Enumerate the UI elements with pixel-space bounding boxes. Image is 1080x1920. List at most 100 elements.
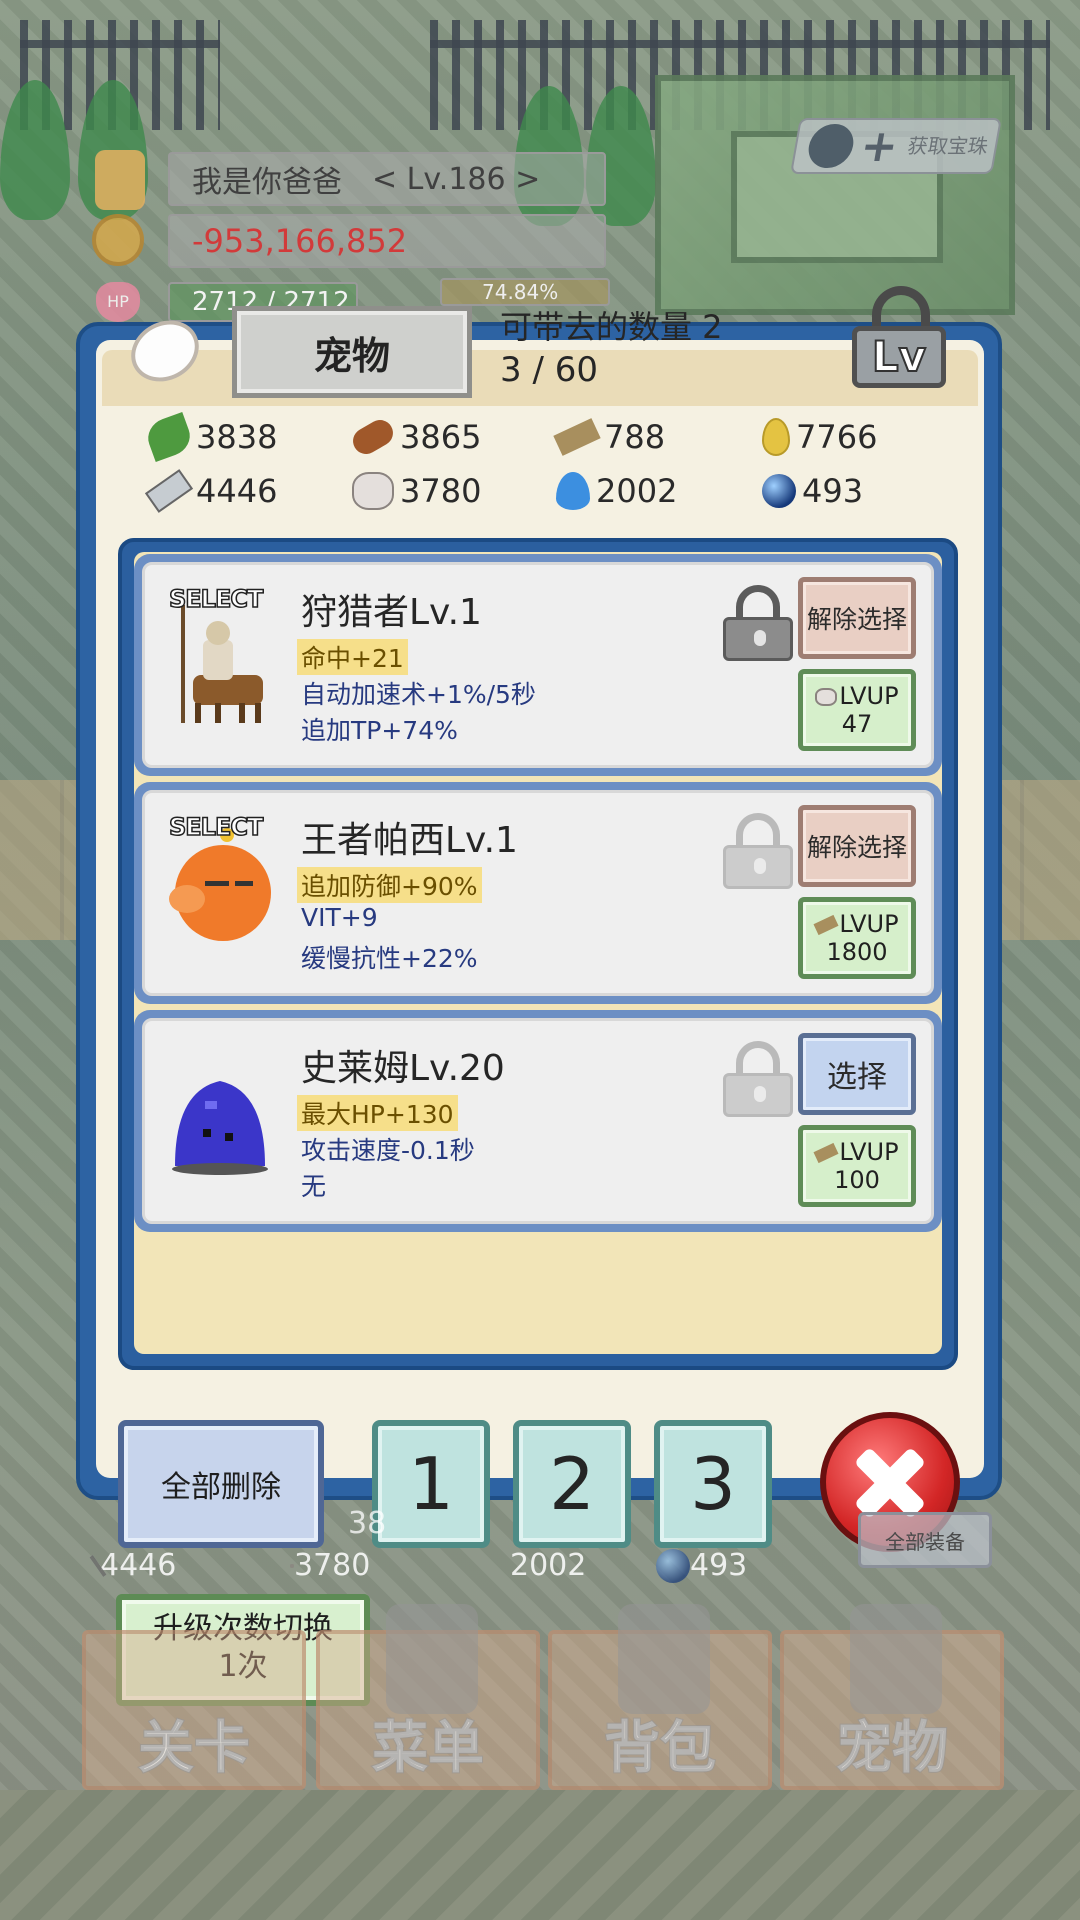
stone-icon (815, 688, 838, 706)
coin-icon (92, 214, 144, 266)
nav-tab-stage[interactable]: 关卡 (82, 1630, 306, 1790)
pet-main-stat: 命中+21 (297, 639, 408, 675)
resource-value: 493 (802, 472, 864, 510)
lvup-button[interactable]: LVUP 47 (798, 669, 916, 751)
pet-main-stat: 追加防御+90% (297, 867, 482, 903)
pet-stat: 无 (301, 1172, 327, 1201)
pet-card-hunter: SELECT 狩猎者Lv.1 命中+21 自动加速术+1%/5秒 追加TP+74… (134, 554, 942, 776)
exp-value: 74.84% (482, 280, 559, 304)
stone-structure (655, 75, 1015, 315)
resource-leaf: 3838 (142, 411, 278, 463)
resource-orb: 493 (762, 472, 863, 510)
pet-name: 史莱姆Lv.20 (301, 1048, 505, 1089)
resource-log: 3865 (348, 415, 482, 459)
underlay-orb: 493 (656, 1548, 747, 1583)
preset-slot-2-button[interactable]: 2 (513, 1420, 631, 1548)
book-icon (386, 1604, 478, 1714)
pet-stat: 追加TP+74% (301, 716, 458, 745)
lock-toggle[interactable] (723, 813, 793, 889)
pet-card-body: SELECT 狩猎者Lv.1 命中+21 自动加速术+1%/5秒 追加TP+74… (142, 562, 934, 768)
lvup-label: LVUP (839, 910, 899, 938)
lvup-cost: 1800 (826, 938, 888, 966)
ingot-icon (144, 469, 194, 513)
deselect-button[interactable]: 解除选择 (798, 805, 916, 887)
player-avatar (95, 150, 145, 210)
lock-toggle[interactable] (723, 585, 793, 661)
deselect-button[interactable]: 解除选择 (798, 577, 916, 659)
slime-pet-icon (172, 1081, 268, 1175)
player-name-bar: 我是你爸爸 < Lv.186 > (168, 152, 606, 206)
gold-bar: -953,166,852 (168, 214, 606, 268)
preset-slot-1-button[interactable]: 1 (372, 1420, 490, 1548)
get-gem-button[interactable]: + 获取宝珠 (790, 118, 1002, 174)
orb-icon (762, 474, 796, 508)
nav-tab-pet[interactable]: 宠物 (780, 1604, 1004, 1790)
orb-icon (656, 1548, 690, 1583)
resource-flame: 2002 (556, 472, 677, 510)
pet-stat: VIT+9 (301, 903, 378, 932)
pet-card-body: SELECT 王者帕西Lv.1 追加防御+90% VIT+9 缓慢抗性+22% … (142, 790, 934, 996)
selected-tag: SELECT (168, 812, 264, 842)
level-lock-button[interactable]: Lv (852, 286, 950, 390)
plus-icon: + (856, 120, 903, 172)
lvup-button[interactable]: LVUP 100 (798, 1125, 916, 1207)
pet-stat: 自动加速术+1%/5秒 (301, 680, 536, 709)
underlay-partial-value: 38 (348, 1506, 387, 1541)
resource-value: 3780 (294, 1548, 371, 1583)
pet-stat: 攻击速度-0.1秒 (301, 1136, 475, 1165)
resource-drop: 7766 (762, 418, 877, 456)
pet-stat: 缓慢抗性+22% (301, 944, 478, 973)
nav-tab-menu[interactable]: 菜单 (316, 1604, 540, 1790)
underlay-stone: 3780 (290, 1548, 370, 1583)
ground (0, 1790, 1080, 1920)
backpack-icon (618, 1604, 710, 1714)
underlay-flame: 2002 (476, 1548, 586, 1583)
lvup-cost: 100 (834, 1166, 880, 1194)
resource-value: 493 (690, 1548, 748, 1583)
resource-ingot: 4446 (144, 469, 277, 513)
nav-label: 宠物 (835, 1715, 949, 1782)
nav-label: 背包 (603, 1715, 717, 1782)
flame-icon (556, 472, 590, 510)
drop-icon (762, 418, 790, 456)
hp-heart-icon: HP (96, 282, 140, 322)
resource-plank: 788 (553, 418, 665, 456)
get-gem-label: 获取宝珠 (905, 134, 990, 158)
select-button[interactable]: 选择 (798, 1033, 916, 1115)
lvup-button[interactable]: LVUP 1800 (798, 897, 916, 979)
pet-card-king-paxi: SELECT 王者帕西Lv.1 追加防御+90% VIT+9 缓慢抗性+22% … (134, 782, 942, 1004)
gold-value: -953,166,852 (192, 222, 408, 260)
lion-pet-icon (169, 828, 271, 941)
resource-value: 7766 (796, 418, 878, 456)
delete-all-button[interactable]: 全部删除 (118, 1420, 324, 1548)
resource-value: 3865 (400, 418, 482, 456)
nav-label: 菜单 (371, 1715, 485, 1782)
player-name: 我是你爸爸 (192, 165, 342, 200)
resource-value: 2002 (510, 1548, 587, 1583)
nav-label: 关卡 (137, 1715, 251, 1782)
pet-main-stat: 最大HP+130 (297, 1095, 458, 1131)
lvup-label: LVUP (839, 1138, 899, 1166)
hp-label: HP (107, 292, 129, 311)
nav-tab-bag[interactable]: 背包 (548, 1604, 772, 1790)
preset-slot-3-button[interactable]: 3 (654, 1420, 772, 1548)
stone-icon (290, 1563, 294, 1568)
leaf-icon (142, 411, 196, 463)
equip-all-button[interactable]: 全部装备 (858, 1512, 992, 1568)
pet-name: 狩猎者Lv.1 (301, 592, 482, 633)
resource-value: 3838 (196, 418, 278, 456)
gem-icon (805, 124, 857, 168)
plank-icon (553, 418, 601, 456)
pet-card-slime: 史莱姆Lv.20 最大HP+130 攻击速度-0.1秒 无 选择 LVUP 10… (134, 1010, 942, 1232)
resource-value: 3780 (400, 472, 482, 510)
resource-stone: 3780 (352, 472, 481, 510)
selected-tag: SELECT (168, 584, 264, 614)
lvup-label: LVUP (839, 682, 899, 710)
resource-value: 2002 (596, 472, 678, 510)
panel-title: 宠物 (232, 306, 472, 398)
lock-toggle[interactable] (723, 1041, 793, 1117)
dragon-skull-icon (850, 1604, 942, 1714)
resource-value: 4446 (100, 1548, 177, 1583)
lvup-cost: 47 (841, 710, 873, 738)
hunter-pet-icon (181, 605, 263, 723)
